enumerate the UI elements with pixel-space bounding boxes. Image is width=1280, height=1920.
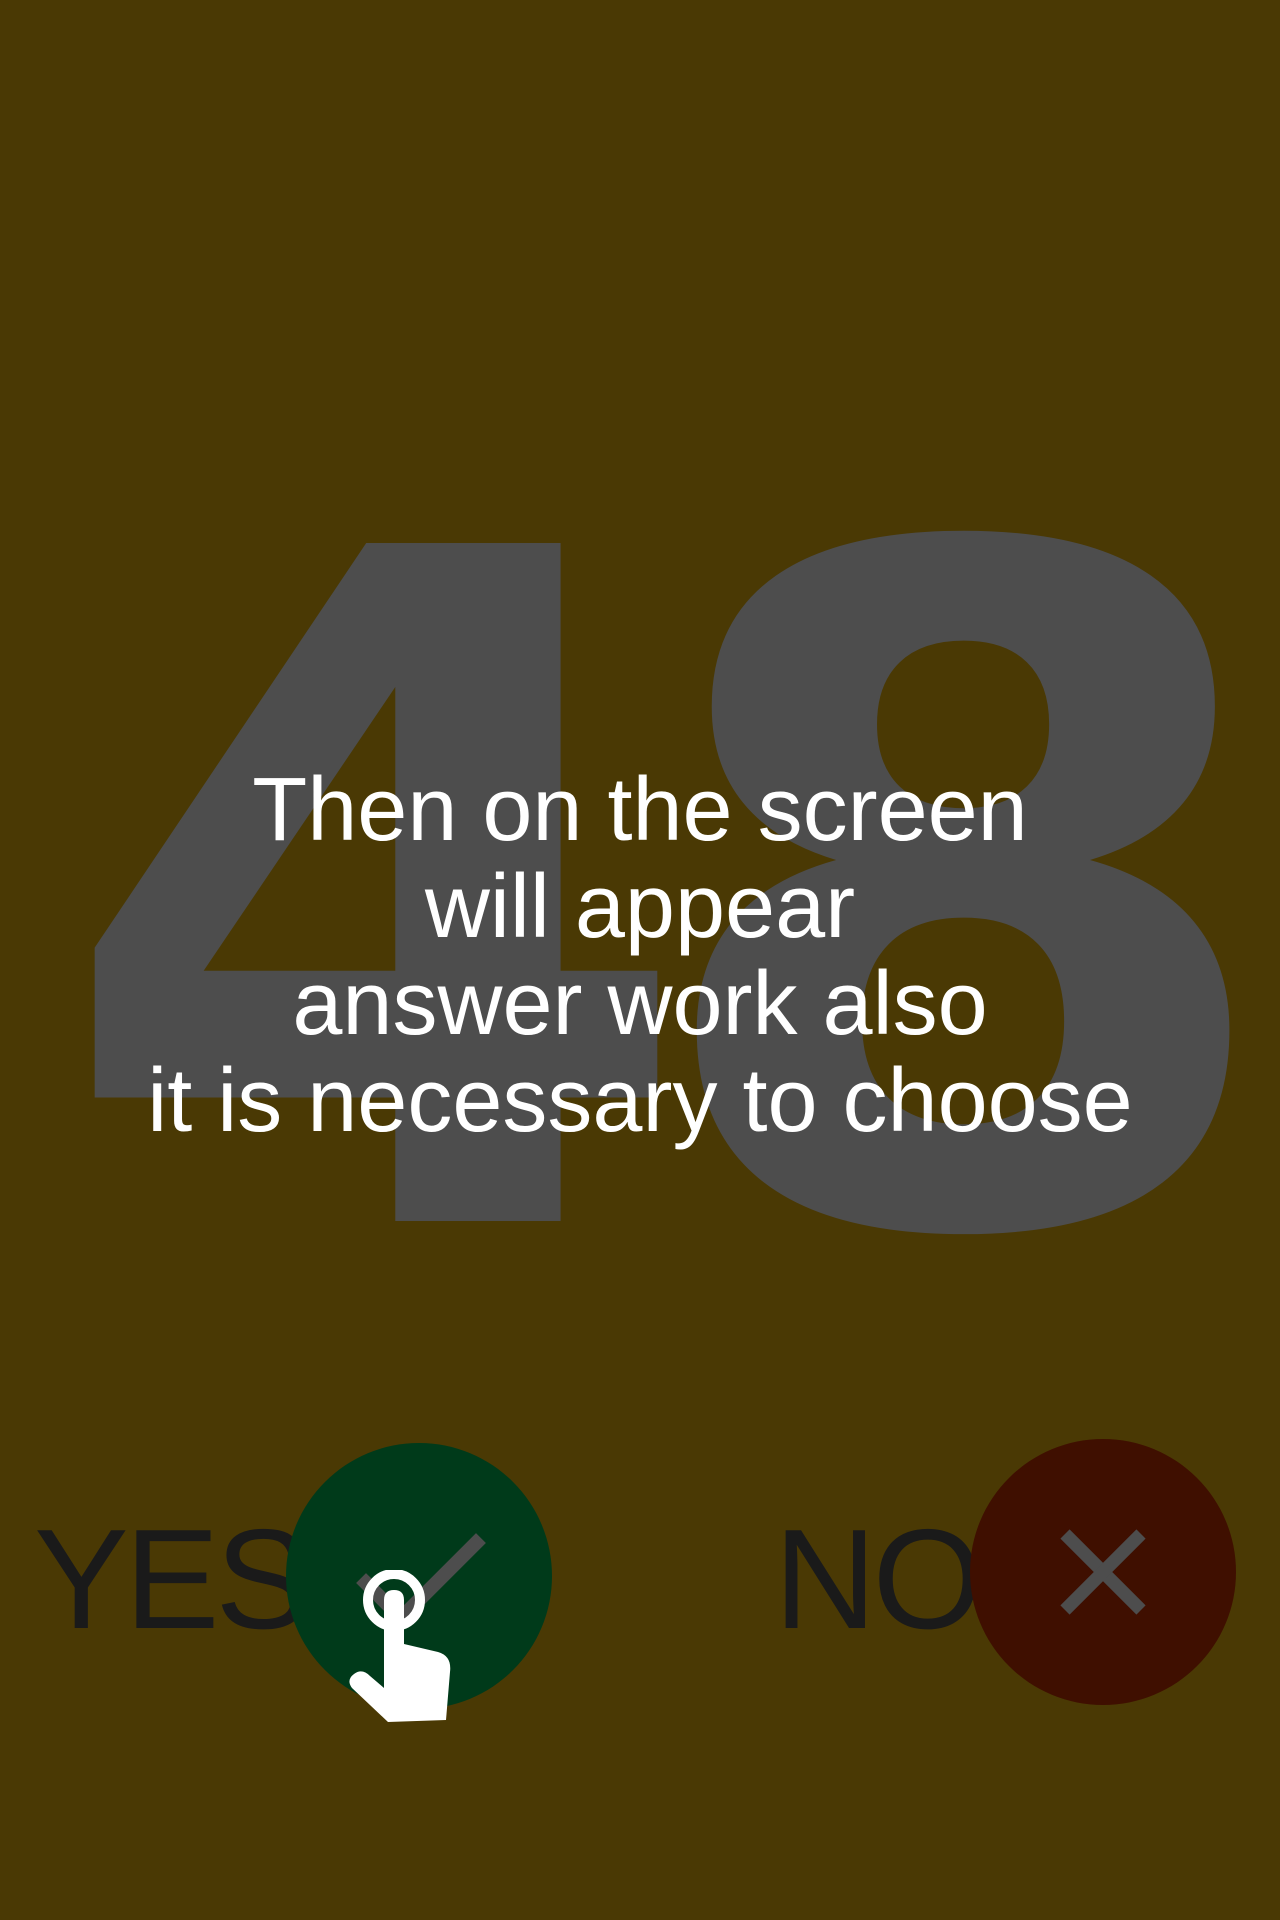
close-icon — [1060, 1529, 1146, 1615]
game-screen: 48 Then on the screen will appear answer… — [0, 0, 1280, 1920]
tutorial-line: it is necessary to choose — [147, 1051, 1133, 1151]
tutorial-message: Then on the screen will appear answer wo… — [40, 762, 1240, 1150]
tap-hand-icon — [349, 1570, 451, 1722]
tutorial-line: will appear — [424, 857, 856, 957]
no-label: NO — [774, 1500, 983, 1659]
yes-label: YES — [34, 1500, 310, 1659]
tutorial-line: answer work also — [292, 954, 988, 1054]
no-button[interactable] — [970, 1439, 1236, 1705]
tutorial-line: Then on the screen — [252, 760, 1028, 860]
